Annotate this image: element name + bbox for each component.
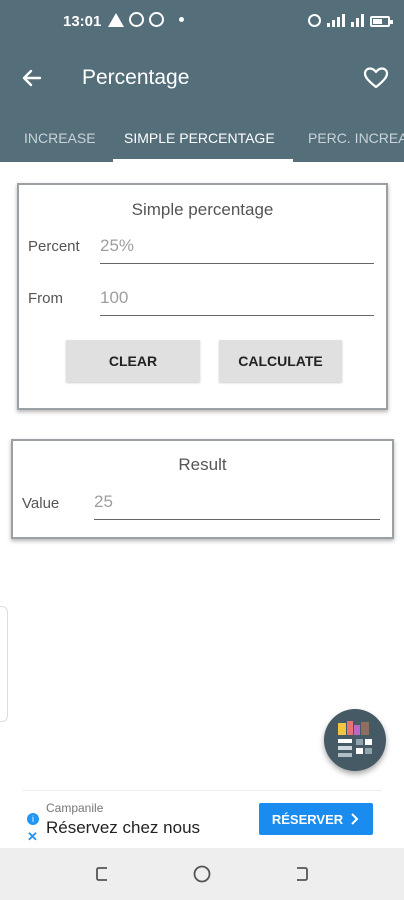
percent-label: Percent [28,238,80,255]
clear-button[interactable]: CLEAR [66,340,200,382]
result-value: 25 [94,492,380,520]
tab-bar: INCREASE SIMPLE PERCENTAGE PERC. INCREA [0,124,404,162]
system-nav-bar [0,848,404,900]
card-title: Simple percentage [131,200,274,219]
whatsapp-icon [149,12,164,27]
warning-icon [108,12,124,27]
tab-perc-increase[interactable]: PERC. INCREA [308,130,404,146]
tab-simple-percentage[interactable]: SIMPLE PERCENTAGE [124,130,275,146]
calculate-button[interactable]: CALCULATE [219,340,342,382]
signal-icon [327,13,345,27]
status-time: 13:01 [63,13,102,30]
ad-info-icon[interactable]: i [27,813,39,825]
recents-icon[interactable] [93,864,113,884]
ad-close-icon[interactable]: ✕ [27,829,38,845]
battery-icon [370,16,393,27]
status-notification-icons [108,12,184,27]
from-input[interactable]: 100 [100,288,374,316]
status-bar: 13:01 [0,0,404,44]
lte-signal-icon [351,13,364,27]
from-label: From [28,290,63,307]
side-panel-handle[interactable] [0,606,8,722]
location-icon [308,14,321,27]
ad-cta-label: RÉSERVER [271,811,344,827]
ad-reserve-button[interactable]: RÉSERVER [259,803,373,835]
ad-headline: Réservez chez nous [46,818,201,837]
arrow-back-icon[interactable] [18,64,46,92]
heart-outline-icon[interactable] [362,64,390,92]
ad-banner[interactable]: i ✕ Campanile Réservez chez nous RÉSERVE… [22,790,382,846]
simple-percentage-card: Simple percentage Percent 25% From 100 C… [17,183,388,410]
calculator-apps-icon [338,721,372,757]
b-circle-icon [129,12,144,27]
chevron-right-icon [351,813,359,825]
calculator-fab[interactable] [324,709,386,771]
tab-increase[interactable]: INCREASE [24,130,96,146]
ad-sponsor: Campanile [46,801,104,815]
app-bar: Percentage INCREASE SIMPLE PERCENTAGE PE… [0,44,404,162]
value-label: Value [22,495,60,512]
result-card: Result Value 25 [11,439,394,539]
status-system-icons [308,13,393,27]
back-nav-icon[interactable] [291,864,311,884]
home-icon[interactable] [192,864,212,884]
percent-input[interactable]: 25% [100,236,374,264]
page-title: Percentage [82,66,190,89]
tab-indicator [113,159,293,162]
dot-icon [179,17,184,22]
result-title: Result [178,455,227,474]
